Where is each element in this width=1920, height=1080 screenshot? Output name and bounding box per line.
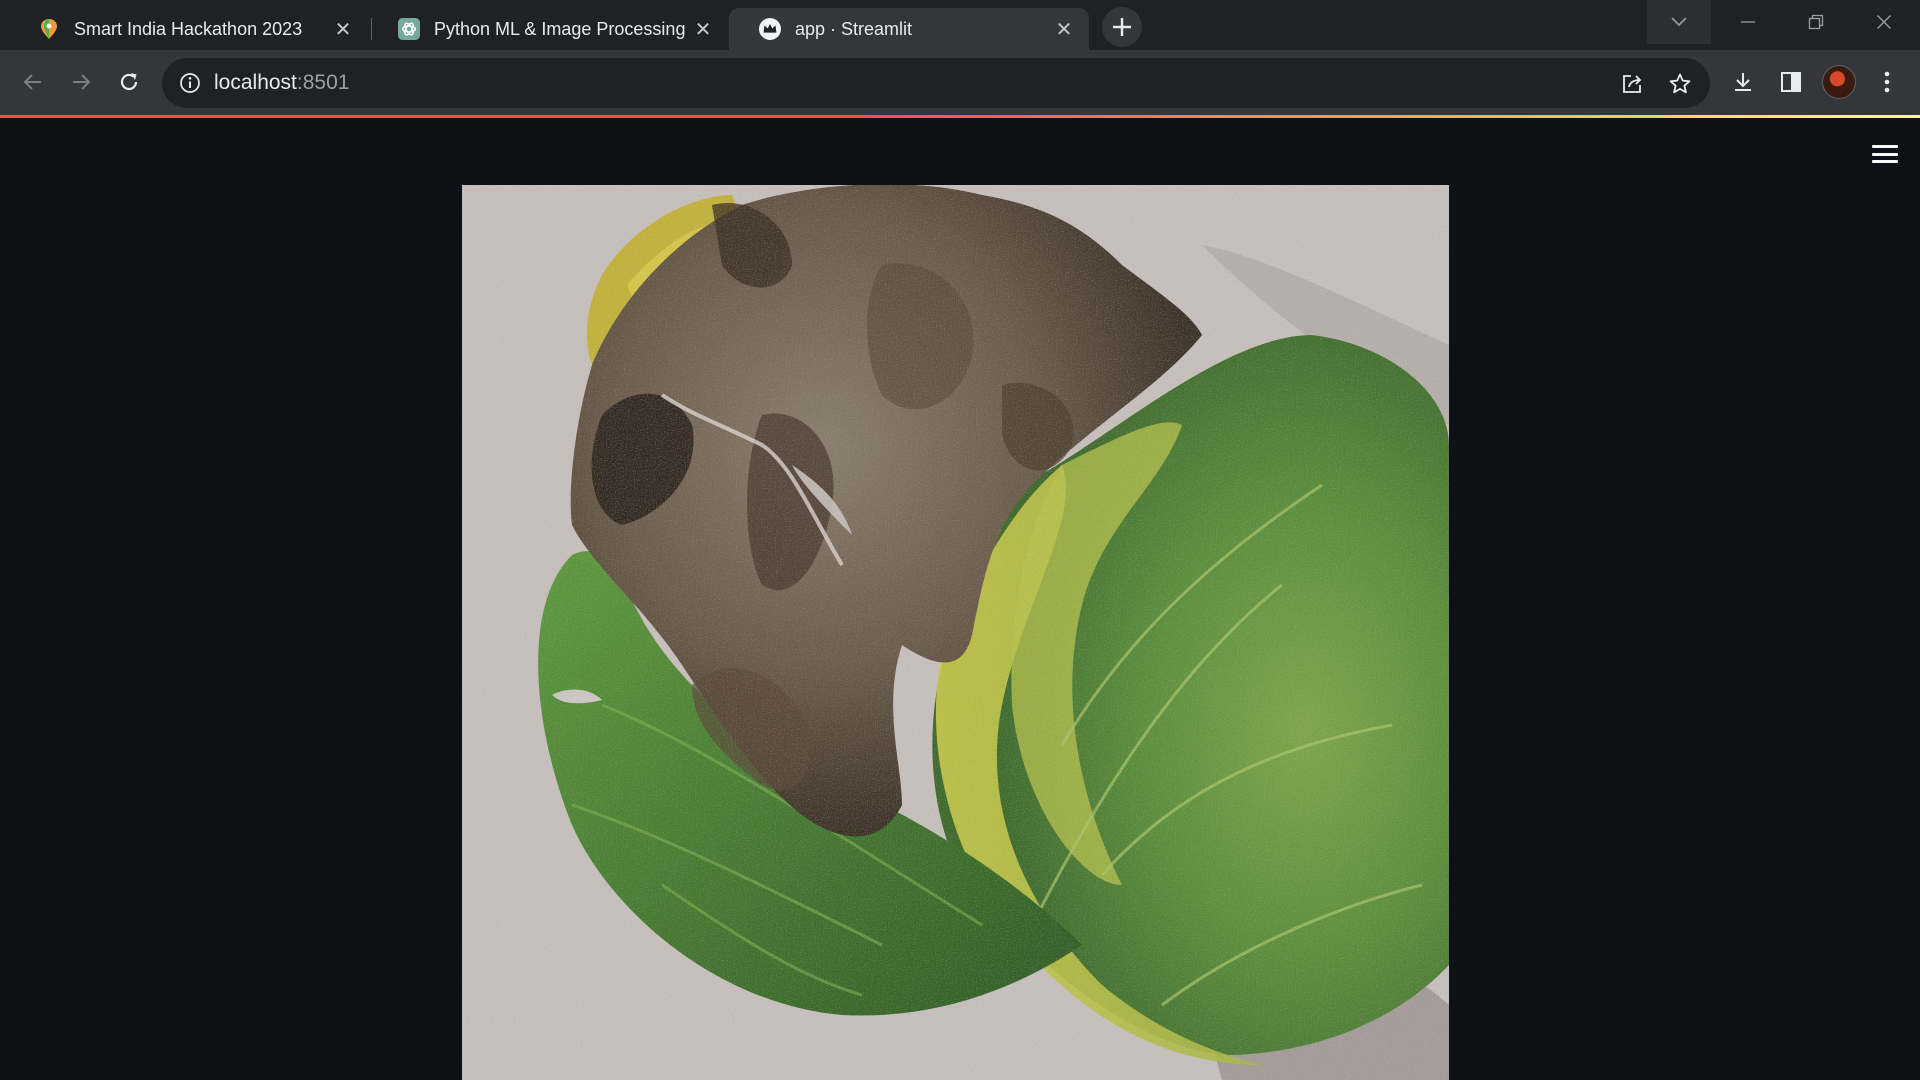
arrow-right-icon <box>73 74 91 90</box>
profile-button[interactable] <box>1822 65 1856 99</box>
reload-icon <box>120 73 138 91</box>
back-button[interactable] <box>13 62 53 102</box>
arrow-left-icon <box>23 74 41 90</box>
forward-button[interactable] <box>61 62 101 102</box>
downloads-button[interactable] <box>1726 65 1760 99</box>
tab-streamlit-app[interactable]: app · Streamlit ✕ <box>729 8 1089 50</box>
address-bar[interactable]: localhost:8501 <box>162 58 1710 108</box>
side-panel-icon <box>1781 72 1801 92</box>
tab-search-button[interactable] <box>1647 0 1711 44</box>
close-tab-icon[interactable]: ✕ <box>1053 18 1075 41</box>
reload-button[interactable] <box>109 62 149 102</box>
tab-title: Smart India Hackathon 2023 <box>74 18 303 39</box>
plus-icon <box>1113 18 1131 36</box>
chatgpt-icon <box>398 18 420 40</box>
minimize-icon <box>1741 21 1755 23</box>
star-icon[interactable] <box>1666 70 1694 98</box>
url-text: localhost:8501 <box>214 71 349 95</box>
site-info-icon[interactable] <box>178 71 202 95</box>
restore-button[interactable] <box>1784 0 1848 44</box>
download-icon <box>1735 73 1751 91</box>
close-window-button[interactable] <box>1852 0 1916 44</box>
new-tab-button[interactable] <box>1102 7 1142 47</box>
leaf-photo <box>462 185 1449 1080</box>
share-icon[interactable] <box>1618 70 1646 98</box>
tab-strip: Smart India Hackathon 2023 ✕ Python ML &… <box>0 0 1920 50</box>
restore-icon <box>1808 14 1824 30</box>
kebab-menu-icon <box>1884 71 1890 93</box>
minimize-button[interactable] <box>1716 0 1780 44</box>
tab-title: Python ML & Image Processing <box>434 18 686 39</box>
hamburger-menu-icon[interactable] <box>1872 141 1898 167</box>
avatar <box>1822 65 1856 99</box>
url-port: :8501 <box>296 71 350 94</box>
close-icon <box>1877 15 1891 29</box>
streamlit-crown-icon <box>759 18 781 40</box>
chevron-down-icon <box>1671 17 1687 27</box>
tab-title: app · Streamlit <box>795 18 913 39</box>
close-tab-icon[interactable]: ✕ <box>332 18 354 41</box>
close-tab-icon[interactable]: ✕ <box>692 18 714 41</box>
tab-python-ml[interactable]: Python ML & Image Processing ✕ <box>368 8 728 50</box>
side-panel-button[interactable] <box>1774 65 1808 99</box>
hackathon-pin-icon <box>38 18 60 40</box>
browser-menu-button[interactable] <box>1870 65 1904 99</box>
tab-smart-india-hackathon[interactable]: Smart India Hackathon 2023 ✕ <box>8 8 368 50</box>
page-loading-bar <box>0 115 1920 118</box>
browser-toolbar: localhost:8501 <box>0 50 1920 116</box>
url-host: localhost <box>214 71 297 94</box>
